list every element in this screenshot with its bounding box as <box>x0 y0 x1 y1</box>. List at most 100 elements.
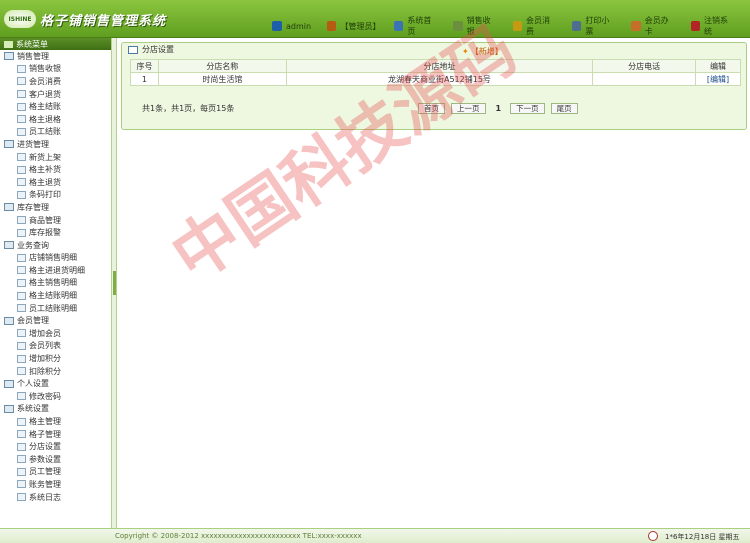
sidebar-group-label: 个人设置 <box>17 379 49 389</box>
sidebar-item[interactable]: 会员消费 <box>0 75 111 88</box>
page-icon <box>17 354 26 363</box>
logout-icon <box>690 21 701 31</box>
sidebar-item[interactable]: 扣除积分 <box>0 365 111 378</box>
page-icon <box>17 417 26 426</box>
sidebar-item[interactable]: 分店设置 <box>0 440 111 453</box>
pagination-info: 共1条，共1页，每页15条 <box>142 103 235 113</box>
nav-role-label: 【管理员】 <box>340 21 381 31</box>
cell-name: 时尚生活馆 <box>157 72 287 86</box>
sidebar-item[interactable]: 客户退货 <box>0 88 111 101</box>
sidebar-item-label: 员工结账 <box>29 127 61 137</box>
sidebar-group-label: 进货管理 <box>17 139 49 149</box>
prev-page-button[interactable]: 上一页 <box>451 102 486 114</box>
sidebar-item[interactable]: 修改密码 <box>0 390 111 403</box>
admin-icon <box>327 21 337 31</box>
folder-icon <box>4 404 14 413</box>
sidebar-item[interactable]: 格主退格 <box>0 113 111 126</box>
sidebar-item[interactable]: 格主退货 <box>0 176 111 189</box>
sidebar-item-label: 格主退货 <box>29 177 61 187</box>
edit-link[interactable]: [编辑] <box>707 75 729 84</box>
sidebar-item-label: 修改密码 <box>29 391 61 401</box>
sidebar-item[interactable]: 格主进退货明细 <box>0 264 111 277</box>
sidebar-item[interactable]: 新货上架 <box>0 151 111 164</box>
window-icon <box>128 45 138 54</box>
sidebar-item-label: 账务管理 <box>29 479 61 489</box>
nav-print-receipt[interactable]: 打印小票 <box>571 15 615 37</box>
sidebar-item-label: 系统日志 <box>29 492 61 502</box>
page-icon <box>17 102 26 111</box>
sidebar-item-label: 格子管理 <box>29 429 61 439</box>
nav-cashier-label: 销售收银 <box>466 16 491 36</box>
sidebar-item-label: 会员列表 <box>29 341 61 351</box>
folder-icon <box>4 316 14 325</box>
nav-logout[interactable]: 注销系统 <box>690 15 734 37</box>
sidebar-group[interactable]: 库存管理 <box>0 201 111 214</box>
first-page-button[interactable]: 首页 <box>418 102 445 114</box>
sidebar-item[interactable]: 格主管理 <box>0 415 111 428</box>
app-logo: ISHINE 格子铺销售管理系统 <box>4 8 166 30</box>
nav-member-card[interactable]: 会员办卡 <box>631 15 674 37</box>
sidebar-group[interactable]: 销售管理 <box>0 50 111 63</box>
sidebar-group-label: 系统设置 <box>17 404 49 414</box>
next-page-button[interactable]: 下一页 <box>510 102 545 114</box>
main-content: 分店设置 ✦ 【新增】 序号 分店名称 分店地址 分店电话 编辑 1 时尚生活馆 <box>118 38 750 528</box>
sidebar-group-label: 会员管理 <box>17 316 49 326</box>
sidebar-item-label: 分店设置 <box>29 442 61 452</box>
sidebar-title: 系统菜单 <box>0 38 111 50</box>
cell-edit: [编辑] <box>695 72 741 86</box>
sidebar-item[interactable]: 格子管理 <box>0 428 111 441</box>
footer: Copyright © 2008-2012 xxxxxxxxxxxxxxxxxx… <box>0 528 750 543</box>
sidebar-group[interactable]: 个人设置 <box>0 377 111 390</box>
sidebar-item[interactable]: 员工结账 <box>0 126 111 139</box>
sidebar-item-label: 员工结账明细 <box>29 303 77 313</box>
top-nav: admin 【管理员】 系统首页 销售收银 会员消费 打印小票 会员办卡 注销系… <box>272 15 750 37</box>
sidebar-item[interactable]: 格主结账 <box>0 100 111 113</box>
nav-cashier[interactable]: 销售收银 <box>453 15 496 37</box>
page-icon <box>17 266 26 275</box>
sidebar-item[interactable]: 参数设置 <box>0 453 111 466</box>
add-branch-button[interactable]: ✦ 【新增】 <box>462 46 503 57</box>
col-address: 分店地址 <box>285 59 594 73</box>
sidebar-item[interactable]: 增加积分 <box>0 352 111 365</box>
sidebar-item[interactable]: 员工结账明细 <box>0 302 111 315</box>
col-no: 序号 <box>130 59 159 73</box>
sidebar-item[interactable]: 销售收银 <box>0 63 111 76</box>
sidebar-item[interactable]: 系统日志 <box>0 491 111 504</box>
sidebar-item[interactable]: 条码打印 <box>0 189 111 202</box>
nav-home-label: 系统首页 <box>407 16 432 36</box>
sidebar-item[interactable]: 员工管理 <box>0 466 111 479</box>
page-icon <box>17 178 26 187</box>
sidebar-item[interactable]: 格主补货 <box>0 163 111 176</box>
sidebar-item[interactable]: 库存报警 <box>0 226 111 239</box>
sidebar-item-label: 店铺销售明细 <box>29 253 77 263</box>
sidebar-item[interactable]: 账务管理 <box>0 478 111 491</box>
sidebar-item[interactable]: 增加会员 <box>0 327 111 340</box>
sidebar-group[interactable]: 进货管理 <box>0 138 111 151</box>
sidebar-splitter[interactable] <box>112 38 117 528</box>
sidebar-item-label: 扣除积分 <box>29 366 61 376</box>
pagination: 共1条，共1页，每页15条 首页 上一页 1 下一页 尾页 <box>142 102 742 114</box>
sidebar-group[interactable]: 会员管理 <box>0 314 111 327</box>
page-icon <box>17 127 26 136</box>
last-page-button[interactable]: 尾页 <box>550 102 578 114</box>
panel-header: 分店设置 <box>122 43 746 56</box>
page-icon <box>17 115 26 124</box>
sidebar-item[interactable]: 商品管理 <box>0 214 111 227</box>
sidebar-group-label: 库存管理 <box>17 202 49 212</box>
col-edit: 编辑 <box>695 59 741 73</box>
sidebar-item[interactable]: 格主结账明细 <box>0 289 111 302</box>
sidebar-title-label: 系统菜单 <box>16 39 48 49</box>
page-icon <box>17 341 26 350</box>
splitter-handle[interactable] <box>113 271 116 295</box>
menu-icon <box>4 40 13 48</box>
sidebar-item[interactable]: 店铺销售明细 <box>0 252 111 265</box>
sidebar-item[interactable]: 会员列表 <box>0 340 111 353</box>
sidebar-group[interactable]: 业务查询 <box>0 239 111 252</box>
nav-member-consume[interactable]: 会员消费 <box>512 15 556 37</box>
sidebar-item[interactable]: 格主销售明细 <box>0 277 111 290</box>
page-icon <box>17 190 26 199</box>
page-icon <box>17 480 26 489</box>
sidebar-group[interactable]: 系统设置 <box>0 403 111 416</box>
nav-home[interactable]: 系统首页 <box>393 15 437 37</box>
cell-address: 龙湖春天商业街A512铺15号 <box>285 72 594 86</box>
